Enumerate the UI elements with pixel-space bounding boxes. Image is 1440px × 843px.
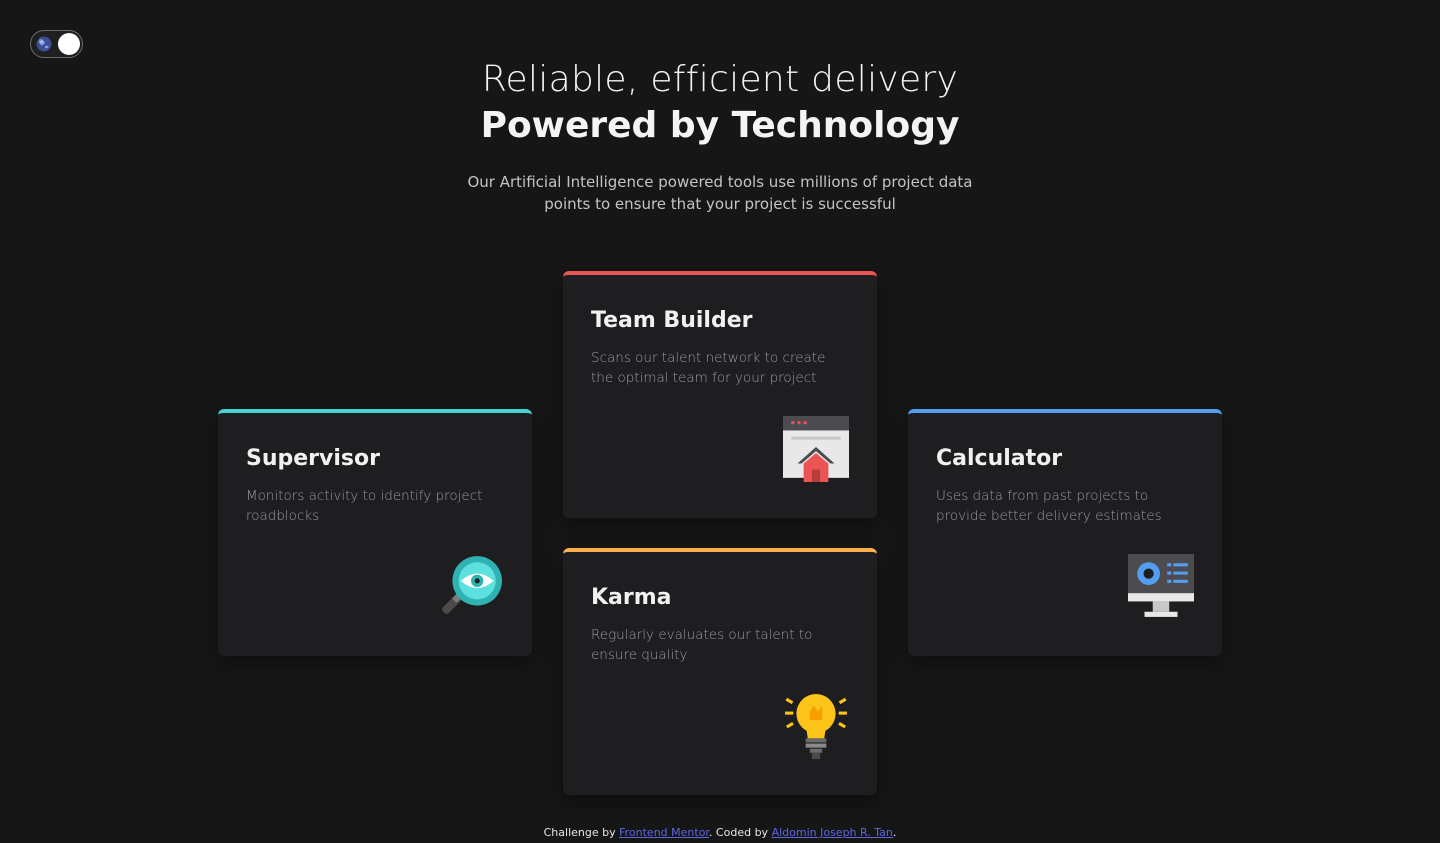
card-description: Scans our talent network to create the o… [591,350,826,386]
header-subtitle: Our Artificial Intelligence powered tool… [467,173,973,213]
card-title: Supervisor [246,446,380,471]
attribution-footer: Challenge by Frontend Mentor. Coded by A… [0,826,1440,839]
author-link[interactable]: Aldomin Joseph R. Tan [772,826,893,839]
headline-bold: Powered by Technology [480,105,960,146]
globe-icon [36,36,52,52]
page-header: Reliable, efficient delivery Powered by … [0,58,1440,215]
card-team-builder: Team Builder Scans our talent network to… [563,271,877,518]
card-description: Monitors activity to identify project ro… [246,488,483,524]
footer-suffix: . [892,826,897,839]
footer-middle: . Coded by [708,826,772,839]
lightbulb-icon [785,694,847,759]
card-title: Karma [591,585,672,610]
magnifier-eye-icon [442,556,502,614]
card-description: Regularly evaluates our talent to ensure… [591,627,813,663]
theme-toggle[interactable] [30,30,83,58]
card-description: Uses data from past projects to provide … [936,488,1162,524]
card-karma: Karma Regularly evaluates our talent to … [563,548,877,795]
card-supervisor: Supervisor Monitors activity to identify… [218,409,532,656]
card-title: Calculator [936,446,1063,471]
toggle-knob [58,33,80,55]
card-calculator: Calculator Uses data from past projects … [908,409,1222,656]
footer-prefix: Challenge by [543,826,620,839]
frontend-mentor-link[interactable]: Frontend Mentor [619,826,709,839]
headline-light: Reliable, efficient delivery [481,59,959,100]
browser-house-icon [783,416,849,482]
monitor-chart-icon [1128,554,1194,617]
card-title: Team Builder [591,308,753,333]
